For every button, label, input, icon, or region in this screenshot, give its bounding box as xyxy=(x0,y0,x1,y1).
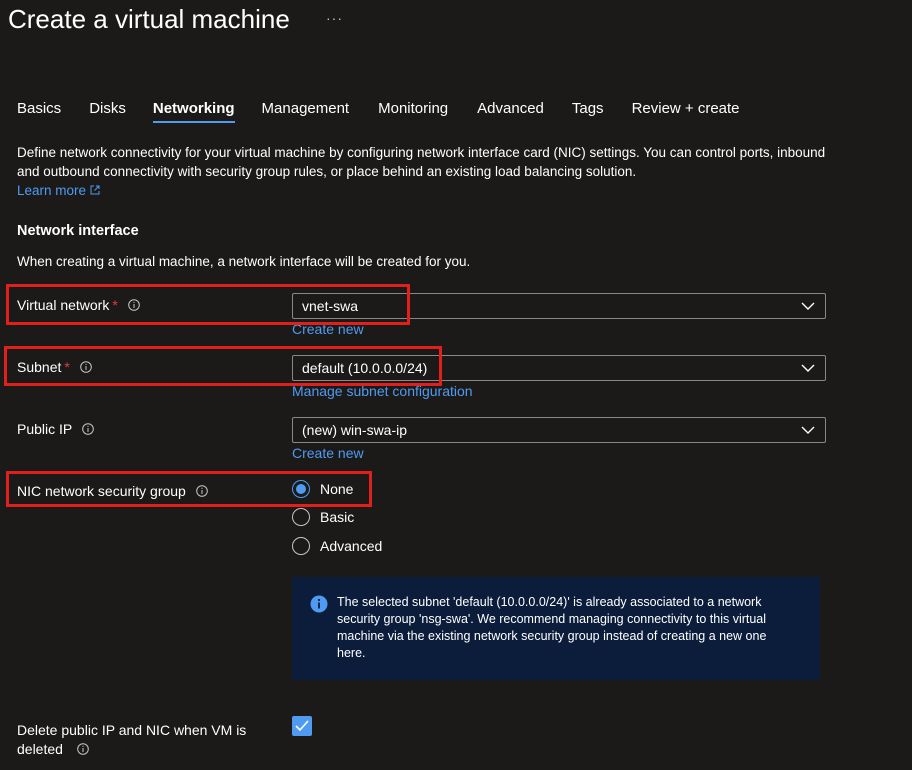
nsg-option-basic[interactable]: Basic xyxy=(292,508,354,526)
public-ip-label: Public IP xyxy=(17,421,95,437)
nsg-option-label: None xyxy=(320,481,354,497)
tab-disks[interactable]: Disks xyxy=(89,100,126,123)
virtual-network-label-text: Virtual network xyxy=(17,297,110,313)
wizard-tabs: Basics Disks Networking Management Monit… xyxy=(17,100,740,123)
info-icon[interactable] xyxy=(127,299,140,311)
networking-description: Define network connectivity for your vir… xyxy=(17,143,837,200)
info-icon[interactable] xyxy=(82,423,95,435)
delete-ip-nic-checkbox[interactable] xyxy=(292,716,312,736)
nsg-label: NIC network security group xyxy=(17,483,208,499)
chevron-down-icon xyxy=(801,364,815,372)
virtual-network-select[interactable]: vnet-swa xyxy=(292,293,826,319)
more-options-button[interactable]: ··· xyxy=(326,10,343,26)
virtual-network-value: vnet-swa xyxy=(302,298,359,314)
tab-tags[interactable]: Tags xyxy=(572,100,604,123)
virtual-network-label: Virtual network * xyxy=(17,297,140,313)
info-icon[interactable] xyxy=(77,743,89,755)
nsg-label-text: NIC network security group xyxy=(17,483,186,499)
learn-more-label: Learn more xyxy=(17,183,87,198)
page-title: Create a virtual machine xyxy=(8,4,290,34)
nsg-option-none[interactable]: None xyxy=(292,480,353,498)
chevron-down-icon xyxy=(801,302,815,310)
nsg-option-label: Basic xyxy=(320,509,355,525)
subnet-label: Subnet * xyxy=(17,359,92,375)
description-text: Define network connectivity for your vir… xyxy=(17,145,826,179)
manage-subnet-link[interactable]: Manage subnet configuration xyxy=(292,383,473,399)
required-asterisk: * xyxy=(64,359,70,375)
tab-management[interactable]: Management xyxy=(262,100,350,123)
create-new-public-ip-link[interactable]: Create new xyxy=(292,445,364,461)
info-filled-icon xyxy=(310,595,328,613)
subnet-label-text: Subnet xyxy=(17,359,62,375)
tab-advanced[interactable]: Advanced xyxy=(477,100,544,123)
public-ip-select[interactable]: (new) win-swa-ip xyxy=(292,417,826,443)
tab-monitoring[interactable]: Monitoring xyxy=(378,100,448,123)
tab-basics[interactable]: Basics xyxy=(17,100,61,123)
nsg-option-label: Advanced xyxy=(320,538,383,554)
delete-ip-nic-label-text: Delete public IP and NIC when VM is dele… xyxy=(17,722,247,757)
nsg-option-advanced[interactable]: Advanced xyxy=(292,537,382,555)
info-icon[interactable] xyxy=(80,361,92,373)
external-link-icon xyxy=(90,185,100,195)
public-ip-label-text: Public IP xyxy=(17,421,73,437)
radio-button[interactable] xyxy=(292,537,310,555)
subnet-select[interactable]: default (10.0.0.0/24) xyxy=(292,355,826,381)
create-new-vnet-link[interactable]: Create new xyxy=(292,321,364,337)
radio-button[interactable] xyxy=(292,508,310,526)
network-interface-subtitle: When creating a virtual machine, a netwo… xyxy=(17,254,471,269)
checkmark-icon xyxy=(295,720,309,732)
public-ip-value: (new) win-swa-ip xyxy=(302,422,408,438)
tab-review-create[interactable]: Review + create xyxy=(632,100,740,123)
radio-button-checked[interactable] xyxy=(292,480,310,498)
required-asterisk: * xyxy=(112,297,118,313)
create-vm-page: Create a virtual machine ··· Basics Disk… xyxy=(0,0,912,770)
subnet-nsg-info-box: The selected subnet 'default (10.0.0.0/2… xyxy=(292,577,820,680)
info-icon[interactable] xyxy=(196,485,208,497)
learn-more-link[interactable]: Learn more xyxy=(17,183,100,198)
info-box-message: The selected subnet 'default (10.0.0.0/2… xyxy=(337,595,767,660)
network-interface-heading: Network interface xyxy=(17,223,139,239)
tab-networking[interactable]: Networking xyxy=(152,100,235,123)
delete-ip-nic-label: Delete public IP and NIC when VM is dele… xyxy=(17,721,267,759)
subnet-value: default (10.0.0.0/24) xyxy=(302,360,428,376)
chevron-down-icon xyxy=(801,426,815,434)
